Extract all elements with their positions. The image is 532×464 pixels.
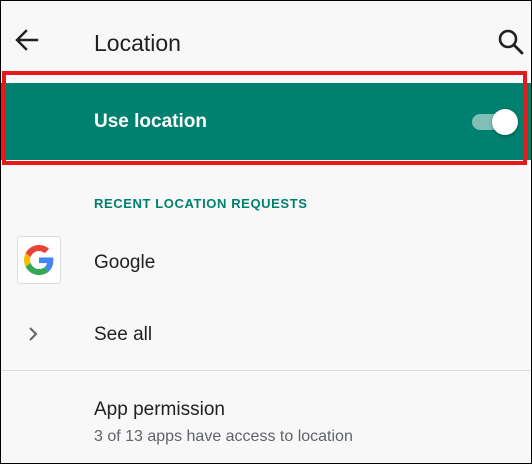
app-permission-summary: 3 of 13 apps have access to location <box>94 428 353 445</box>
search-button[interactable] <box>497 28 525 56</box>
google-app-icon <box>17 236 61 284</box>
google-label: Google <box>94 252 156 273</box>
see-all-label: See all <box>94 324 153 345</box>
search-icon <box>498 29 524 55</box>
recent-request-google[interactable]: Google <box>0 226 532 298</box>
page-title: Location <box>94 30 181 56</box>
app-permission-row[interactable]: App permission 3 of 13 apps have access … <box>0 372 532 462</box>
google-logo-icon <box>24 245 54 275</box>
app-permission-title: App permission <box>94 399 225 420</box>
arrow-back-icon <box>15 29 39 51</box>
app-bar: Location <box>0 0 532 80</box>
see-all-row[interactable]: See all <box>0 300 532 370</box>
recent-requests-header: RECENT LOCATION REQUESTS <box>94 196 308 211</box>
divider <box>0 370 532 371</box>
highlight-box <box>2 71 527 165</box>
back-button[interactable] <box>14 27 40 53</box>
chevron-right-icon <box>29 327 38 341</box>
